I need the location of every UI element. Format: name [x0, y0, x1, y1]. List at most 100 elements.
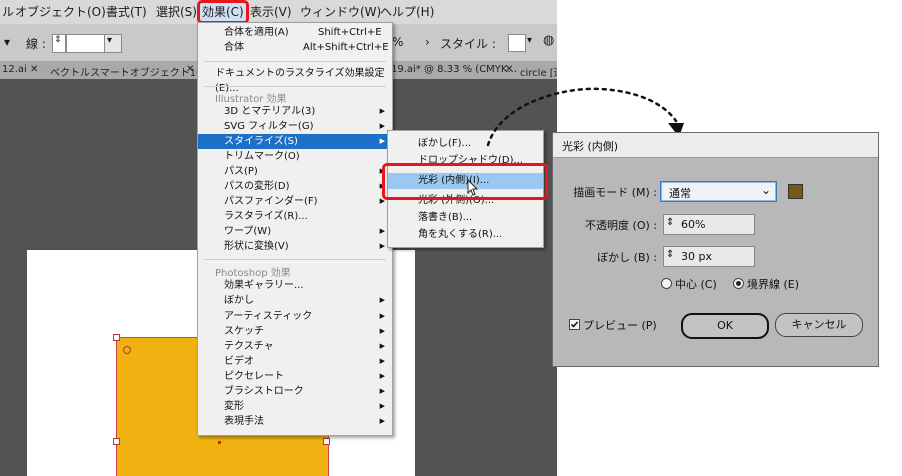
tab-doc-4[interactable]: circle [選 — [520, 64, 557, 79]
menu-item-distort[interactable]: 変形 ▶ — [198, 399, 392, 414]
chevron-right-icon: ▶ — [379, 357, 385, 365]
menu-item-stylize-ps[interactable]: 表現手法 ▶ — [198, 414, 392, 429]
dialog-titlebar[interactable]: 光彩 (内側) — [553, 133, 878, 158]
close-icon[interactable]: ✕ — [505, 64, 513, 75]
menu-item-apply-merge[interactable]: 合体を適用(A) Shift+Ctrl+E — [198, 25, 392, 40]
menu-help[interactable]: ヘルプ(H) — [380, 3, 434, 21]
effect-menu: 合体を適用(A) Shift+Ctrl+E 合体 Alt+Shift+Ctrl+… — [197, 22, 393, 436]
chevron-right-icon: ▶ — [379, 372, 385, 380]
chevron-right-icon: ▶ — [379, 327, 385, 335]
chevron-right-icon: ▶ — [379, 296, 385, 304]
menu-item-path[interactable]: パス(P) ▶ — [198, 164, 392, 179]
menu-item-video[interactable]: ビデオ ▶ — [198, 354, 392, 369]
opacity-label: 不透明度 (O) : — [585, 219, 657, 232]
opacity-field[interactable]: 60% — [663, 214, 755, 235]
tab-doc-1[interactable]: 12.ai — [2, 64, 27, 75]
menubar: ル オブジェクト(O) 書式(T) 選択(S) 効果(C) 表示(V) ウィンド… — [0, 0, 557, 24]
blur-field[interactable]: 30 px — [663, 246, 755, 267]
menu-type[interactable]: 書式(T) — [106, 3, 147, 21]
menu-item-effect-gallery[interactable]: 効果ギャラリー... — [198, 278, 392, 293]
menu-item-blur[interactable]: ぼかし ▶ — [198, 293, 392, 308]
stroke-weight-field[interactable] — [66, 34, 106, 53]
chevron-right-icon: ▶ — [379, 227, 385, 235]
chevron-right-icon: ▶ — [379, 312, 385, 320]
menu-item-3d[interactable]: 3D とマテリアル(3) ▶ — [198, 104, 392, 119]
chevron-right-icon: ▶ — [379, 417, 385, 425]
globe-icon[interactable]: ◍ — [543, 33, 554, 48]
cancel-button[interactable]: キャンセル — [775, 313, 863, 337]
chevron-down-icon: ▾ — [107, 35, 113, 46]
stepper-arrows-icon[interactable]: ⇕ — [666, 217, 674, 228]
ok-button[interactable]: OK — [681, 313, 769, 339]
menu-separator — [204, 259, 386, 260]
menu-item-texture[interactable]: テクスチャ ▶ — [198, 339, 392, 354]
menu-item-sketch[interactable]: スケッチ ▶ — [198, 324, 392, 339]
chevron-right-icon: ▶ — [379, 402, 385, 410]
radio-edge-label[interactable]: 境界線 (E) — [747, 276, 799, 292]
mouse-pointer-icon — [467, 179, 479, 196]
selection-handle[interactable] — [323, 438, 330, 445]
glow-color-swatch[interactable] — [788, 184, 803, 199]
menu-item-doc-raster-settings[interactable]: ドキュメントのラスタライズ効果設定(E)... — [198, 66, 392, 94]
selection-handle[interactable] — [113, 334, 120, 341]
selection-handle[interactable] — [113, 438, 120, 445]
submenu-item-scribble[interactable]: 落書き(B)... — [388, 210, 543, 226]
close-icon[interactable]: ✕ — [30, 64, 38, 75]
menu-effect[interactable]: 効果(C) — [197, 0, 249, 24]
menu-item-distort-transform[interactable]: パスの変形(D) ▶ — [198, 179, 392, 194]
menu-item-brush-strokes[interactable]: ブラシストローク ▶ — [198, 384, 392, 399]
menu-item-trim-marks[interactable]: トリムマーク(O) — [198, 149, 392, 164]
menu-separator — [204, 61, 386, 62]
percent-suffix: % — [392, 35, 404, 49]
menu-partial[interactable]: ル — [2, 3, 14, 21]
radio-center[interactable] — [661, 278, 672, 289]
menu-separator — [204, 86, 386, 87]
chevron-down-icon: ⌄ — [760, 183, 771, 197]
stepper-arrows-icon: ⇕ — [54, 35, 62, 45]
chevron-right-icon: ▶ — [379, 242, 385, 250]
chevron-down-icon[interactable]: ▾ — [527, 35, 532, 46]
blur-label: ぼかし (B) : — [597, 251, 657, 264]
illustrator-window: ル オブジェクト(O) 書式(T) 選択(S) 効果(C) 表示(V) ウィンド… — [0, 0, 557, 476]
dialog-title: 光彩 (内側) — [562, 140, 619, 153]
section-photoshop-effects: Photoshop 効果 — [215, 268, 291, 279]
preview-label[interactable]: プレビュー (P) — [583, 317, 657, 333]
check-icon — [570, 321, 579, 328]
menu-item-warp[interactable]: ワープ(W) ▶ — [198, 224, 392, 239]
preview-checkbox[interactable] — [569, 319, 580, 330]
stroke-label: 線 : — [26, 37, 46, 51]
menu-item-pixelate[interactable]: ピクセレート ▶ — [198, 369, 392, 384]
chevron-right-icon[interactable]: › — [425, 35, 430, 49]
menu-item-svg-filter[interactable]: SVG フィルター(G) ▶ — [198, 119, 392, 134]
close-icon[interactable]: ✕ — [186, 64, 194, 75]
menu-item-stylize[interactable]: スタイライズ(S) ▶ — [198, 134, 392, 149]
style-swatch[interactable] — [508, 34, 526, 52]
chevron-right-icon: ▶ — [379, 122, 385, 130]
menu-object[interactable]: オブジェクト(O) — [15, 3, 106, 21]
blend-mode-label: 描画モード (M) : — [573, 186, 657, 199]
style-label: スタイル : — [440, 37, 496, 51]
inner-glow-dialog: 光彩 (内側) 描画モード (M) : 通常 ⌄ 不透明度 (O) : 60% … — [552, 132, 879, 367]
section-illustrator-effects: Illustrator 効果 — [215, 94, 287, 105]
chevron-down-icon[interactable]: ▾ — [4, 35, 10, 49]
chevron-right-icon: ▶ — [379, 387, 385, 395]
tab-doc-3[interactable]: 19.ai* @ 8.33 % (CMYK... — [391, 64, 517, 75]
center-point — [218, 441, 221, 444]
menu-item-artistic[interactable]: アーティスティック ▶ — [198, 309, 392, 324]
menu-select[interactable]: 選択(S) — [156, 3, 197, 21]
menu-view[interactable]: 表示(V) — [250, 3, 292, 21]
menu-window[interactable]: ウィンドウ(W) — [300, 3, 381, 21]
menu-item-rasterize[interactable]: ラスタライズ(R)... — [198, 209, 392, 224]
menu-item-pathfinder[interactable]: パスファインダー(F) ▶ — [198, 194, 392, 209]
chevron-right-icon: ▶ — [379, 137, 385, 145]
menu-item-merge[interactable]: 合体 Alt+Shift+Ctrl+E — [198, 40, 392, 55]
corner-widget[interactable] — [123, 346, 131, 354]
submenu-item-round-corners[interactable]: 角を丸くする(R)... — [388, 227, 543, 243]
blend-mode-select[interactable]: 通常 ⌄ — [660, 181, 777, 202]
chevron-right-icon: ▶ — [379, 342, 385, 350]
radio-edge[interactable] — [733, 278, 744, 289]
menu-item-convert-to-shape[interactable]: 形状に変換(V) ▶ — [198, 239, 392, 254]
stepper-arrows-icon[interactable]: ⇕ — [666, 249, 674, 260]
chevron-right-icon: ▶ — [379, 107, 385, 115]
radio-center-label[interactable]: 中心 (C) — [675, 276, 717, 292]
